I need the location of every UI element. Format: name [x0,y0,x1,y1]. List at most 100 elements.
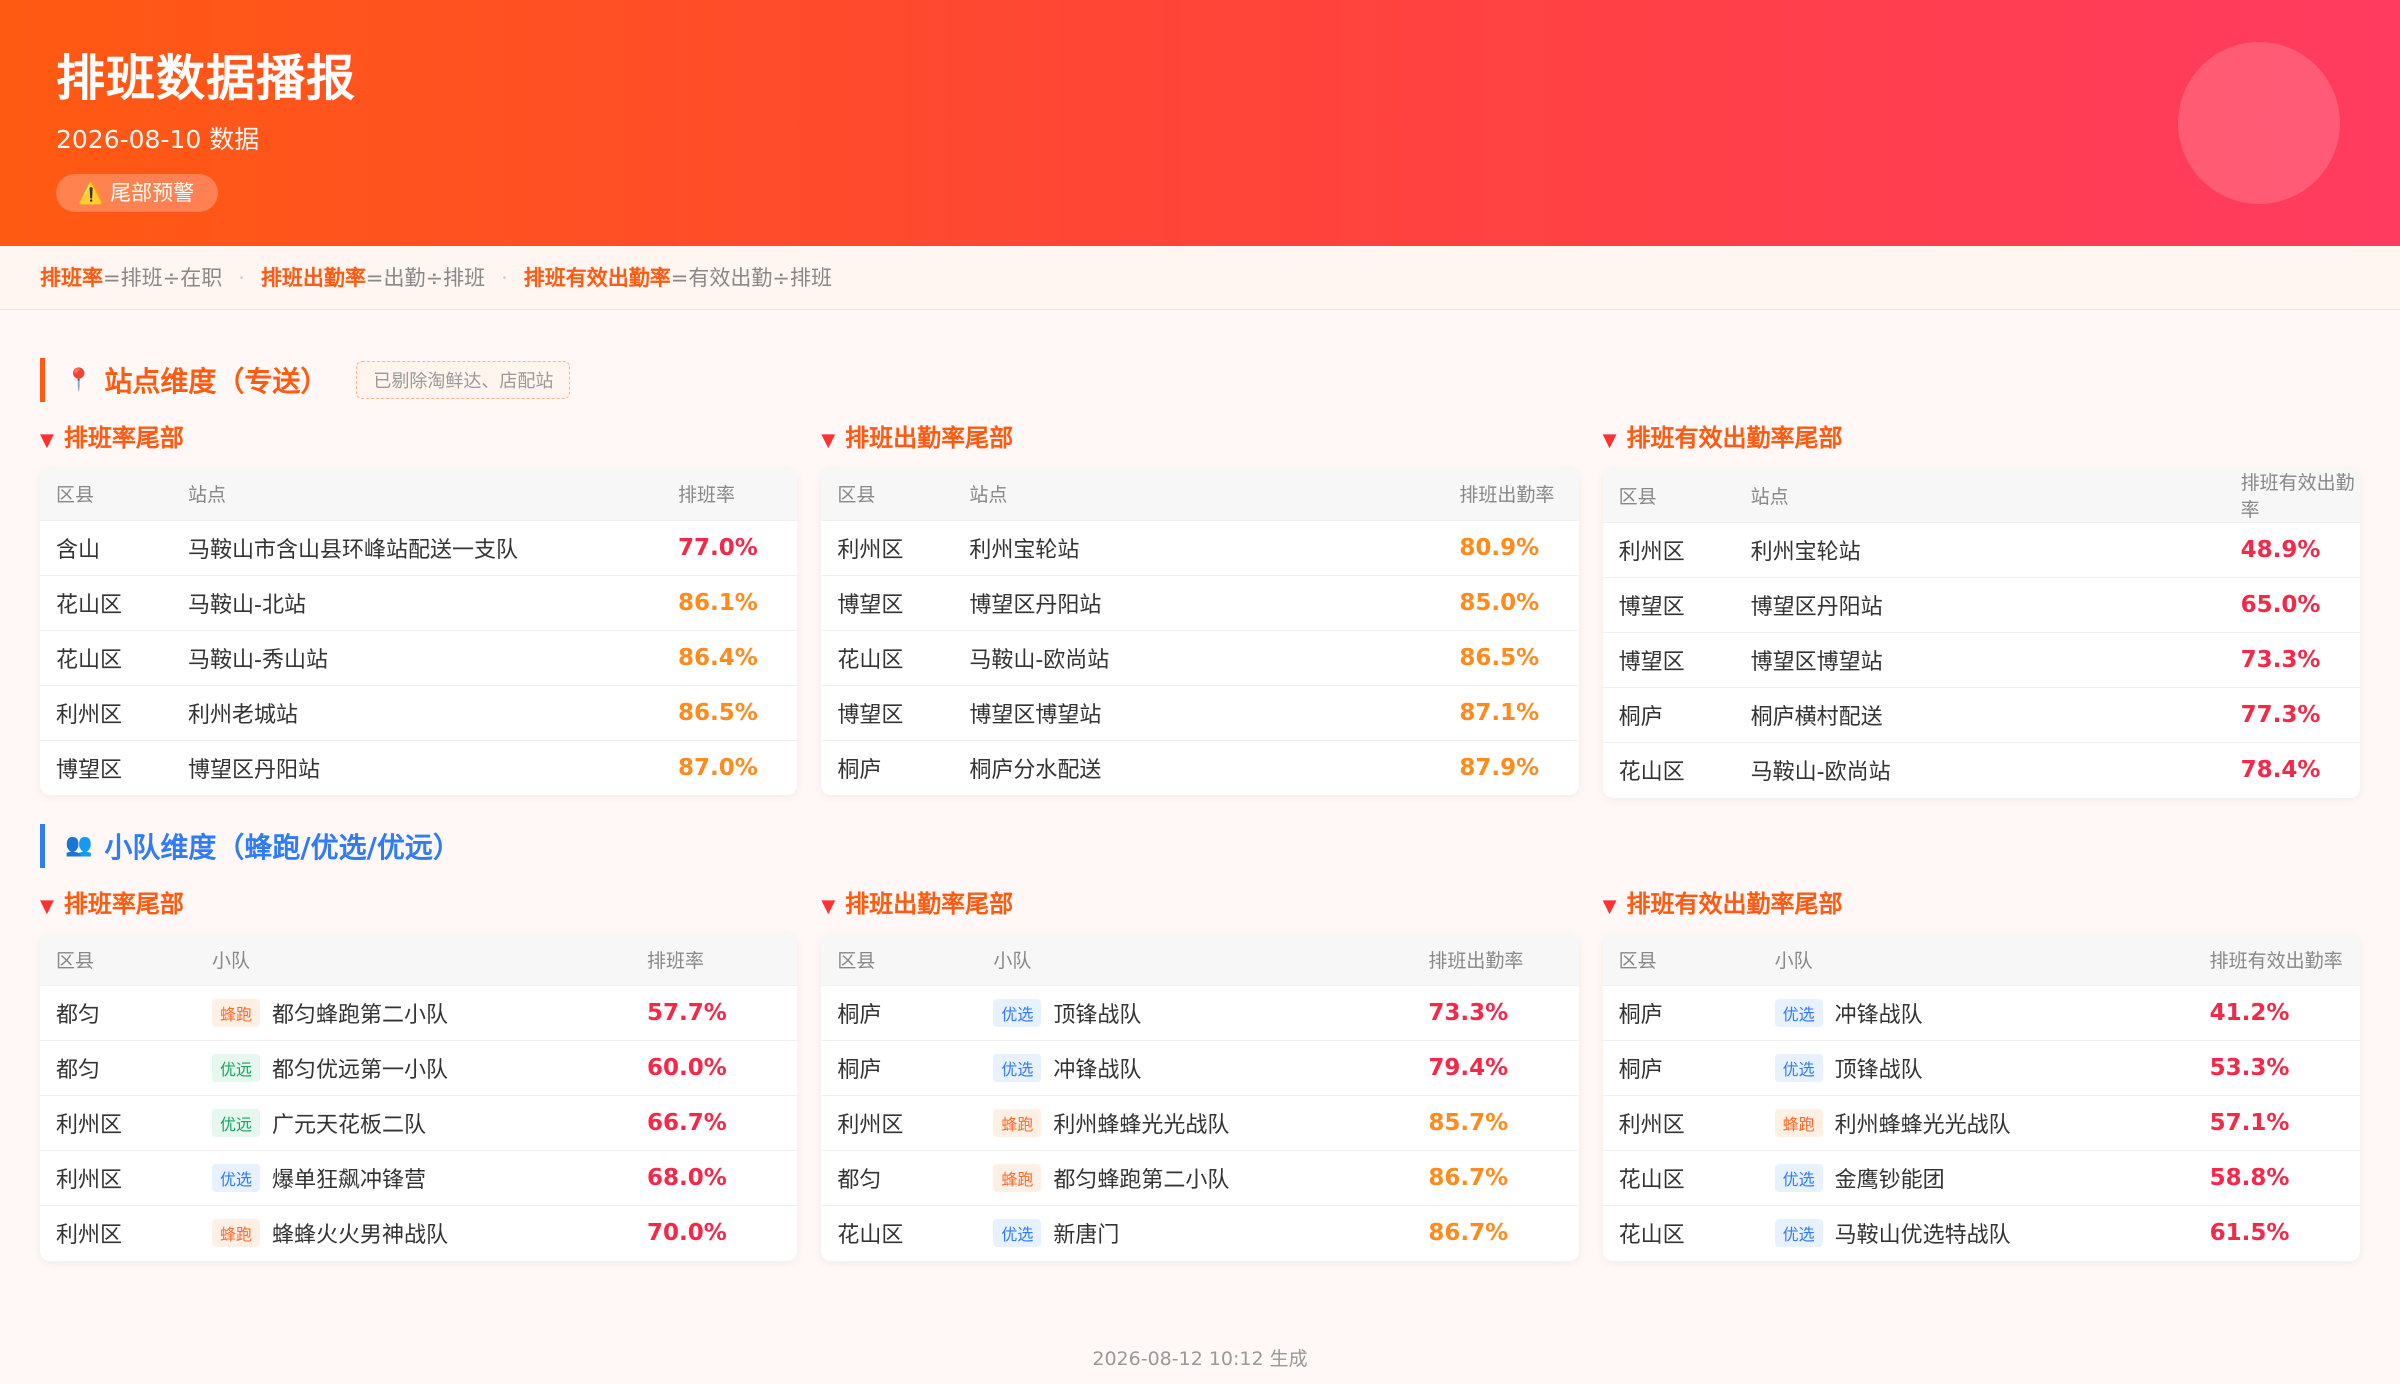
district-cell: 花山区 [40,574,172,630]
rate-cell: 78.4% [2224,742,2360,798]
name-text: 马鞍山-秀山站 [188,647,328,673]
table-card: 区县 小队 排班出勤率 桐庐 优选 顶锋战队 73.3% 桐庐 优选 冲锋战队 79… [821,933,1579,1261]
column-header: 小队 [196,933,631,986]
name-cell: 马鞍山市含山县环峰站配送一支队 [172,519,662,575]
rate-cell: 86.7% [1412,1150,1579,1206]
column-header: 小队 [977,933,1413,986]
rate-cell: 60.0% [631,1040,798,1096]
page-title: 排班数据播报 [56,50,357,107]
table-row: 利州区 优远 广元天花板二队 66.7% [40,1095,798,1151]
name-text: 博望区丹阳站 [969,592,1102,618]
district-cell: 利州区 [821,519,954,575]
table-title: ▼ 排班率尾部 [40,418,797,458]
table-title: ▼ 排班有效出勤率尾部 [1603,884,2360,924]
name-cell: 蜂跑 利州蜂蜂光光战队 [977,1095,1413,1151]
team-type-badge: 蜂跑 [1774,1109,1823,1137]
rate-cell: 86.1% [662,574,798,630]
pin-icon: 📍 [65,367,93,393]
name-text: 博望区博望站 [1750,650,1883,675]
name-text: 利州蜂蜂光光战队 [1834,1113,2011,1138]
tail-table: 区县 小队 排班有效出勤率 桐庐 优选 冲锋战队 41.2% 桐庐 优选 顶锋战队 … [1602,933,2360,1261]
table-header-row: 区县 站点 排班率 [40,468,798,520]
name-cell: 利州宝轮站 [1734,522,2225,578]
table-row: 博望区 博望区丹阳站 87.0% [40,739,798,795]
rate-cell: 61.5% [2193,1205,2360,1261]
table-title: ▼ 排班有效出勤率尾部 [1603,418,2360,458]
name-text: 金鹰钞能团 [1834,1168,1945,1193]
formula-bar: 排班率=排班÷在职 · 排班出勤率=出勤÷排班 · 排班有效出勤率=有效出勤÷排班 [0,246,2400,310]
rate-cell: 87.0% [662,739,798,795]
tail-table-column: ▼ 排班率尾部 区县 站点 排班率 含山 马鞍山市含山县环峰站配送一支队 77.0… [40,418,798,798]
table-row: 利州区 利州老城站 86.5% [40,684,798,740]
district-cell: 利州区 [40,1205,196,1261]
district-cell: 含山 [40,519,172,575]
tail-table-column: ▼ 排班出勤率尾部 区县 站点 排班出勤率 利州区 利州宝轮站 80.9% 博望区… [821,418,1579,798]
table-row: 花山区 马鞍山-秀山站 86.4% [40,629,798,685]
team-type-badge: 优远 [212,1109,261,1137]
district-cell: 桐庐 [821,985,978,1041]
rate-cell: 70.0% [631,1205,798,1261]
separator-dot: · [501,266,508,290]
table-row: 利州区 优选 爆单狂飙冲锋营 68.0% [40,1150,798,1206]
name-cell: 优选 马鞍山优选特战队 [1758,1205,2194,1261]
name-cell: 优选 金鹰钞能团 [1758,1150,2194,1206]
tail-table: 区县 站点 排班有效出勤率 利州区 利州宝轮站 48.9% 博望区 博望区丹阳站… [1602,468,2360,798]
table-row: 花山区 优选 金鹰钞能团 58.8% [1602,1150,2360,1206]
name-text: 冲锋战队 [1053,1058,1142,1083]
district-cell: 花山区 [40,629,172,685]
name-cell: 优选 新唐门 [977,1205,1413,1261]
name-text: 广元天花板二队 [272,1113,427,1138]
report-header: 排班数据播报 2026-08-10 数据 ⚠️ 尾部预警 [0,0,2400,246]
formula-expr: =有效出勤÷排班 [670,266,832,290]
rate-cell: 86.7% [1412,1205,1579,1261]
name-text: 博望区丹阳站 [1750,595,1883,620]
district-cell: 花山区 [1602,1205,1759,1261]
name-cell: 利州宝轮站 [953,519,1444,575]
name-cell: 博望区丹阳站 [1734,577,2225,633]
column-header: 站点 [1734,468,2225,523]
name-text: 马鞍山-北站 [188,592,306,618]
name-cell: 马鞍山-欧尚站 [953,629,1444,685]
table-card: 区县 站点 排班出勤率 利州区 利州宝轮站 80.9% 博望区 博望区丹阳站 8… [821,468,1579,795]
district-cell: 桐庐 [821,739,954,795]
name-text: 都匀蜂跑第二小队 [1053,1168,1230,1193]
rate-cell: 86.5% [662,684,798,740]
district-cell: 桐庐 [1602,1040,1759,1096]
name-cell: 蜂跑 蜂蜂火火男神战队 [196,1205,631,1261]
column-header: 排班率 [662,468,798,520]
name-text: 利州老城站 [188,702,299,728]
name-text: 蜂蜂火火男神战队 [272,1223,449,1249]
team-type-badge: 优选 [1774,1054,1823,1082]
column-header: 排班出勤率 [1412,933,1579,986]
column-header: 排班有效出勤率 [2193,933,2360,986]
rate-cell: 53.3% [2193,1040,2360,1096]
district-cell: 桐庐 [821,1040,978,1096]
name-text: 博望区丹阳站 [188,757,321,783]
rate-cell: 41.2% [2193,985,2360,1041]
table-title-text: 排班出勤率尾部 [845,889,1014,918]
table-title-text: 排班率尾部 [63,424,184,452]
table-header-row: 区县 小队 排班率 [40,933,798,986]
name-cell: 优选 冲锋战队 [977,1040,1413,1096]
tail-table: 区县 站点 排班率 含山 马鞍山市含山县环峰站配送一支队 77.0% 花山区 马… [40,468,798,795]
name-text: 新唐门 [1053,1223,1120,1249]
name-cell: 蜂跑 都匀蜂跑第二小队 [977,1150,1413,1206]
district-cell: 博望区 [1602,577,1735,633]
table-row: 花山区 优选 马鞍山优选特战队 61.5% [1602,1205,2360,1261]
table-header-row: 区县 小队 排班有效出勤率 [1602,933,2360,986]
rate-cell: 57.1% [2193,1095,2360,1151]
team-type-badge: 优选 [993,999,1042,1027]
table-row: 花山区 马鞍山-欧尚站 78.4% [1602,742,2360,798]
district-cell: 利州区 [40,1095,196,1151]
triangle-down-icon: ▼ [1602,895,1617,917]
name-text: 桐庐分水配送 [969,757,1102,783]
name-text: 利州宝轮站 [969,537,1080,563]
rate-cell: 85.7% [1412,1095,1579,1151]
name-text: 利州蜂蜂光光战队 [1053,1113,1230,1138]
rate-cell: 65.0% [2224,577,2360,633]
column-header: 排班有效出勤率 [2224,468,2360,523]
table-header-row: 区县 站点 排班出勤率 [821,468,1579,520]
name-text: 马鞍山-欧尚站 [969,647,1110,673]
team-type-badge: 优选 [1774,999,1823,1027]
table-title: ▼ 排班出勤率尾部 [821,418,1578,458]
